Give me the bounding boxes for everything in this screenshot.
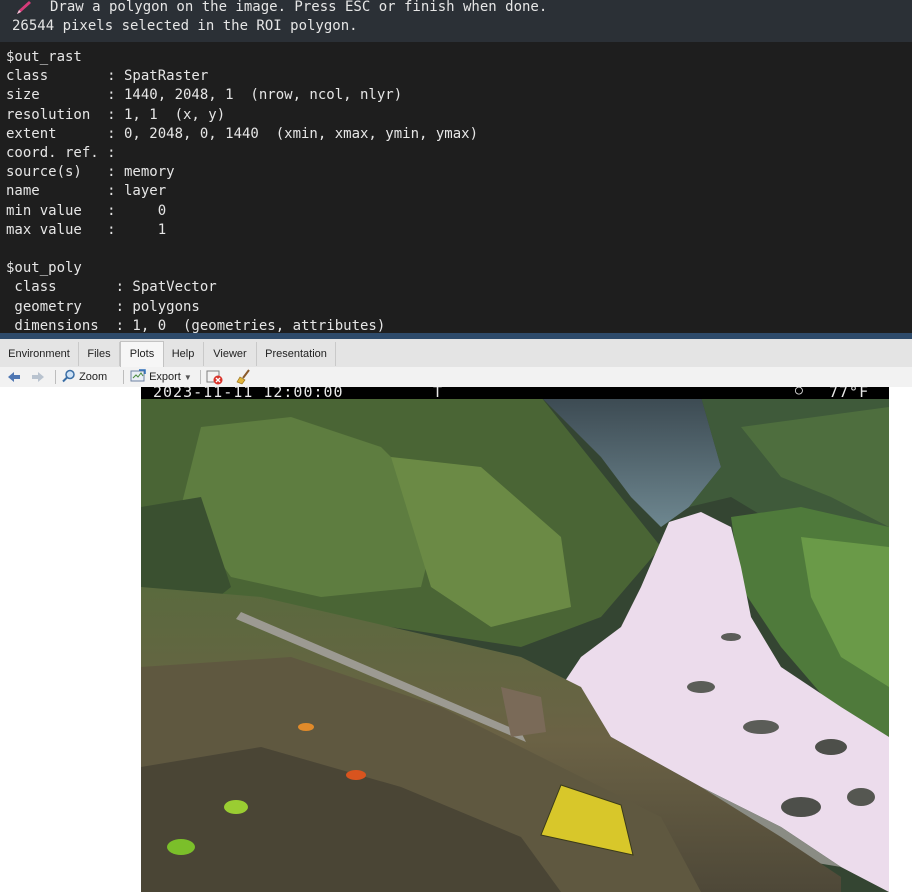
toolbar-separator (123, 370, 124, 384)
magnifier-icon (62, 369, 75, 383)
console-output-line: size : 1440, 2048, 1 (nrow, ncol, nlyr) (6, 87, 403, 104)
console-output-line: class : SpatRaster (6, 68, 209, 85)
tab-environment[interactable]: Environment (0, 342, 79, 366)
zoom-button[interactable]: Zoom (62, 369, 107, 385)
camera-marker: T (433, 387, 444, 401)
console-output-line: extent : 0, 2048, 0, 1440 (xmin, xmax, y… (6, 125, 479, 142)
broom-icon[interactable] (236, 369, 252, 385)
console-output-line: $out_poly (6, 260, 82, 277)
tab-help[interactable]: Help (163, 342, 204, 366)
arrow-left-icon[interactable] (6, 369, 22, 385)
camera-timestamp: 2023-11-11 12:00:00 (153, 387, 344, 401)
console-output-line: name : layer (6, 183, 167, 200)
tab-viewer[interactable]: Viewer (204, 342, 257, 366)
console-output-line: $out_rast (6, 49, 82, 65)
chevron-down-icon: ▼ (183, 373, 192, 382)
moon-phase-icon: ○ (795, 387, 804, 398)
console-output-line: min value : 0 (6, 202, 167, 219)
camera-trap-image: 2023-11-11 12:00:00 T ○ 77°F (141, 387, 889, 892)
export-icon (130, 369, 146, 382)
console-output-line: coord. ref. : (6, 145, 116, 161)
console-output-line: class : SpatVector (6, 279, 217, 296)
tab-presentation[interactable]: Presentation (257, 342, 336, 366)
zoom-label: Zoom (79, 371, 108, 383)
camera-temperature: 77°F (829, 387, 870, 401)
pencil-icon (17, 1, 31, 14)
remove-plot-icon[interactable] (206, 369, 224, 385)
pane-tab-bar: Environment Files Plots Help Viewer Pres… (0, 339, 912, 368)
export-button[interactable]: Export ▼ (130, 369, 192, 385)
console-message-line-2: 26544 pixels selected in the ROI polygon… (12, 18, 358, 34)
tab-plots[interactable]: Plots (120, 341, 164, 368)
plot-viewport[interactable]: 2023-11-11 12:00:00 T ○ 77°F (0, 387, 912, 892)
console-output-line: source(s) : memory (6, 164, 175, 181)
toolbar-separator (55, 370, 56, 384)
toolbar-separator (200, 370, 201, 384)
console-output-line: dimensions : 1, 0 (geometries, attribute… (6, 317, 386, 333)
scene-image (141, 387, 889, 892)
tab-files[interactable]: Files (79, 342, 120, 366)
console-pane[interactable]: Draw a polygon on the image. Press ESC o… (0, 0, 912, 333)
console-output-line: resolution : 1, 1 (x, y) (6, 106, 226, 123)
console-message-bar: Draw a polygon on the image. Press ESC o… (0, 0, 912, 42)
console-message-line-1: Draw a polygon on the image. Press ESC o… (50, 0, 548, 15)
arrow-right-icon[interactable] (30, 369, 46, 385)
plots-toolbar: Zoom Export ▼ (0, 367, 912, 388)
console-output-line: geometry : polygons (6, 298, 200, 315)
export-label: Export (149, 371, 181, 383)
console-output-line: max value : 1 (6, 221, 167, 238)
